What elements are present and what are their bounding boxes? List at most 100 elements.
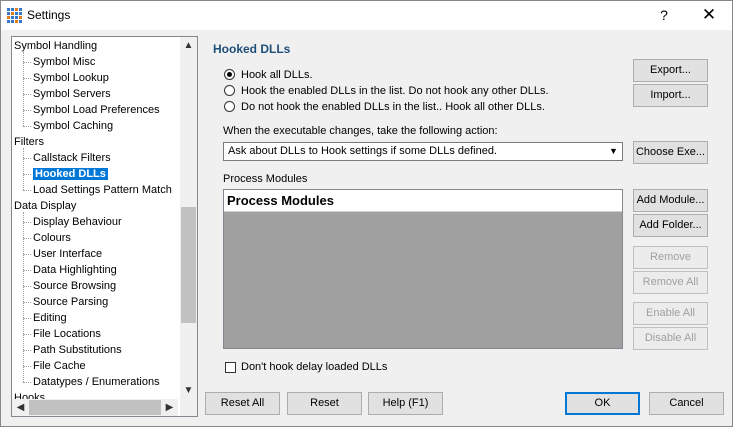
export-button[interactable]: Export...	[633, 59, 708, 82]
radio-hook-all-label: Hook all DLLs.	[241, 69, 313, 81]
tree-item[interactable]: Symbol Lookup	[33, 70, 109, 86]
tree-item-label: Callstack Filters	[33, 152, 111, 164]
tree-connector	[23, 382, 31, 383]
title-bar: Settings ? ✕	[1, 1, 732, 30]
tree-connector	[23, 94, 31, 95]
tree-connector	[23, 212, 24, 382]
ok-button[interactable]: OK	[565, 392, 640, 415]
tree-item-label: Datatypes / Enumerations	[33, 376, 160, 388]
process-modules-list[interactable]: Process Modules	[223, 189, 623, 349]
app-grid-icon	[7, 8, 22, 23]
tree-connector	[23, 110, 31, 111]
tree-item-label: Source Parsing	[33, 296, 109, 308]
tree-item-label: File Locations	[33, 328, 101, 340]
remove-all-button[interactable]: Remove All	[633, 271, 708, 294]
process-modules-label: Process Modules	[223, 173, 308, 185]
radio-hook-all-indicator[interactable]	[224, 69, 235, 80]
tree-item[interactable]: Symbol Misc	[33, 54, 95, 70]
tree-item[interactable]: Path Substitutions	[33, 342, 122, 358]
tree-item-label: Symbol Servers	[33, 88, 111, 100]
radio-hook-others-indicator[interactable]	[224, 101, 235, 112]
tree-item[interactable]: Hooked DLLs	[33, 166, 108, 182]
tree-item[interactable]: Load Settings Pattern Match	[33, 182, 172, 198]
scroll-right-icon[interactable]: ▶	[161, 399, 178, 416]
add-folder-button[interactable]: Add Folder...	[633, 214, 708, 237]
chevron-down-icon[interactable]: ▼	[605, 143, 622, 160]
exe-change-dropdown[interactable]: Ask about DLLs to Hook settings if some …	[223, 142, 623, 161]
tree-horizontal-scroll-thumb[interactable]	[29, 400, 161, 415]
tree-item[interactable]: User Interface	[33, 246, 102, 262]
tree-item[interactable]: Source Parsing	[33, 294, 108, 310]
tree-connector	[23, 222, 31, 223]
import-button[interactable]: Import...	[633, 84, 708, 107]
settings-tree[interactable]: Symbol Handling Symbol Misc Symbol Lookup S…	[11, 36, 198, 417]
tree-connector	[23, 62, 31, 63]
tree-connector	[23, 238, 31, 239]
tree-item-label: User Interface	[33, 248, 103, 260]
tree-item-label: Colours	[33, 232, 71, 244]
disable-all-button[interactable]: Disable All	[633, 327, 708, 350]
tree-item[interactable]: Symbol Caching	[33, 118, 113, 134]
tree-connector	[23, 270, 31, 271]
enable-all-button[interactable]: Enable All	[633, 302, 708, 325]
tree-item[interactable]: Data Highlighting	[33, 262, 117, 278]
tree-item[interactable]: Display Behaviour	[33, 214, 122, 230]
delay-loaded-label: Don't hook delay loaded DLLs	[241, 361, 388, 373]
settings-window: Settings ? ✕ Symbol Handling Symbol Misc S…	[0, 0, 733, 427]
reset-button[interactable]: Reset	[287, 392, 362, 415]
tree-item-label: Load Settings Pattern Match	[33, 184, 172, 196]
scroll-down-icon[interactable]: ▼	[180, 382, 197, 399]
tree-item-label: Symbol Handling	[14, 40, 98, 52]
tree-item-label: Path Substitutions	[33, 344, 122, 356]
tree-item[interactable]: File Locations	[33, 326, 101, 342]
tree-item[interactable]: Source Browsing	[33, 278, 116, 294]
add-module-button[interactable]: Add Module...	[633, 189, 708, 212]
tree-vertical-scroll-thumb[interactable]	[181, 207, 196, 323]
tree-connector	[23, 190, 31, 191]
delay-loaded-checkbox[interactable]	[225, 362, 236, 373]
radio-hook-enabled[interactable]: Hook the enabled DLLs in the list. Do no…	[224, 83, 549, 99]
radio-hook-others-label: Do not hook the enabled DLLs in the list…	[241, 101, 545, 113]
scrollbar-corner	[180, 399, 197, 416]
tree-item[interactable]: Symbol Handling	[14, 38, 97, 54]
tree-item[interactable]: Callstack Filters	[33, 150, 111, 166]
tree-item[interactable]: File Cache	[33, 358, 86, 374]
radio-hook-enabled-indicator[interactable]	[224, 85, 235, 96]
tree-item-label: File Cache	[33, 360, 86, 372]
radio-hook-others[interactable]: Do not hook the enabled DLLs in the list…	[224, 99, 545, 115]
window-title: Settings	[27, 8, 71, 22]
tree-vertical-scrollbar[interactable]: ▲ ▼	[180, 37, 197, 399]
tree-connector	[23, 126, 31, 127]
help-button[interactable]: Help (F1)	[368, 392, 443, 415]
tree-connector	[23, 366, 31, 367]
help-icon[interactable]: ?	[644, 5, 684, 25]
tree-item[interactable]: Colours	[33, 230, 71, 246]
exe-change-label: When the executable changes, take the fo…	[223, 125, 498, 137]
tree-horizontal-scrollbar[interactable]: ◀ ▶	[12, 399, 178, 416]
radio-hook-all[interactable]: Hook all DLLs.	[224, 67, 313, 83]
tree-item[interactable]: Datatypes / Enumerations	[33, 374, 160, 390]
scroll-up-icon[interactable]: ▲	[180, 37, 197, 54]
tree-connector	[23, 254, 31, 255]
tree-connector	[23, 174, 31, 175]
tree-item[interactable]: Filters	[14, 134, 44, 150]
remove-button[interactable]: Remove	[633, 246, 708, 269]
radio-hook-enabled-label: Hook the enabled DLLs in the list. Do no…	[241, 85, 549, 97]
tree-connector	[23, 286, 31, 287]
tree-connector	[23, 158, 31, 159]
cancel-button[interactable]: Cancel	[649, 392, 724, 415]
close-icon[interactable]: ✕	[689, 5, 729, 25]
tree-connector	[23, 318, 31, 319]
list-column-header[interactable]: Process Modules	[224, 190, 622, 212]
tree-item[interactable]: Symbol Load Preferences	[33, 102, 160, 118]
tree-connector	[23, 350, 31, 351]
tree-item[interactable]: Editing	[33, 310, 67, 326]
reset-all-button[interactable]: Reset All	[205, 392, 280, 415]
tree-item-label: Symbol Misc	[33, 56, 96, 68]
choose-exe-button[interactable]: Choose Exe...	[633, 141, 708, 164]
tree-item[interactable]: Symbol Servers	[33, 86, 111, 102]
tree-item-label: Data Display	[14, 200, 77, 212]
tree-connector	[23, 148, 24, 190]
tree-item-label: Data Highlighting	[33, 264, 117, 276]
scroll-left-icon[interactable]: ◀	[12, 399, 29, 416]
